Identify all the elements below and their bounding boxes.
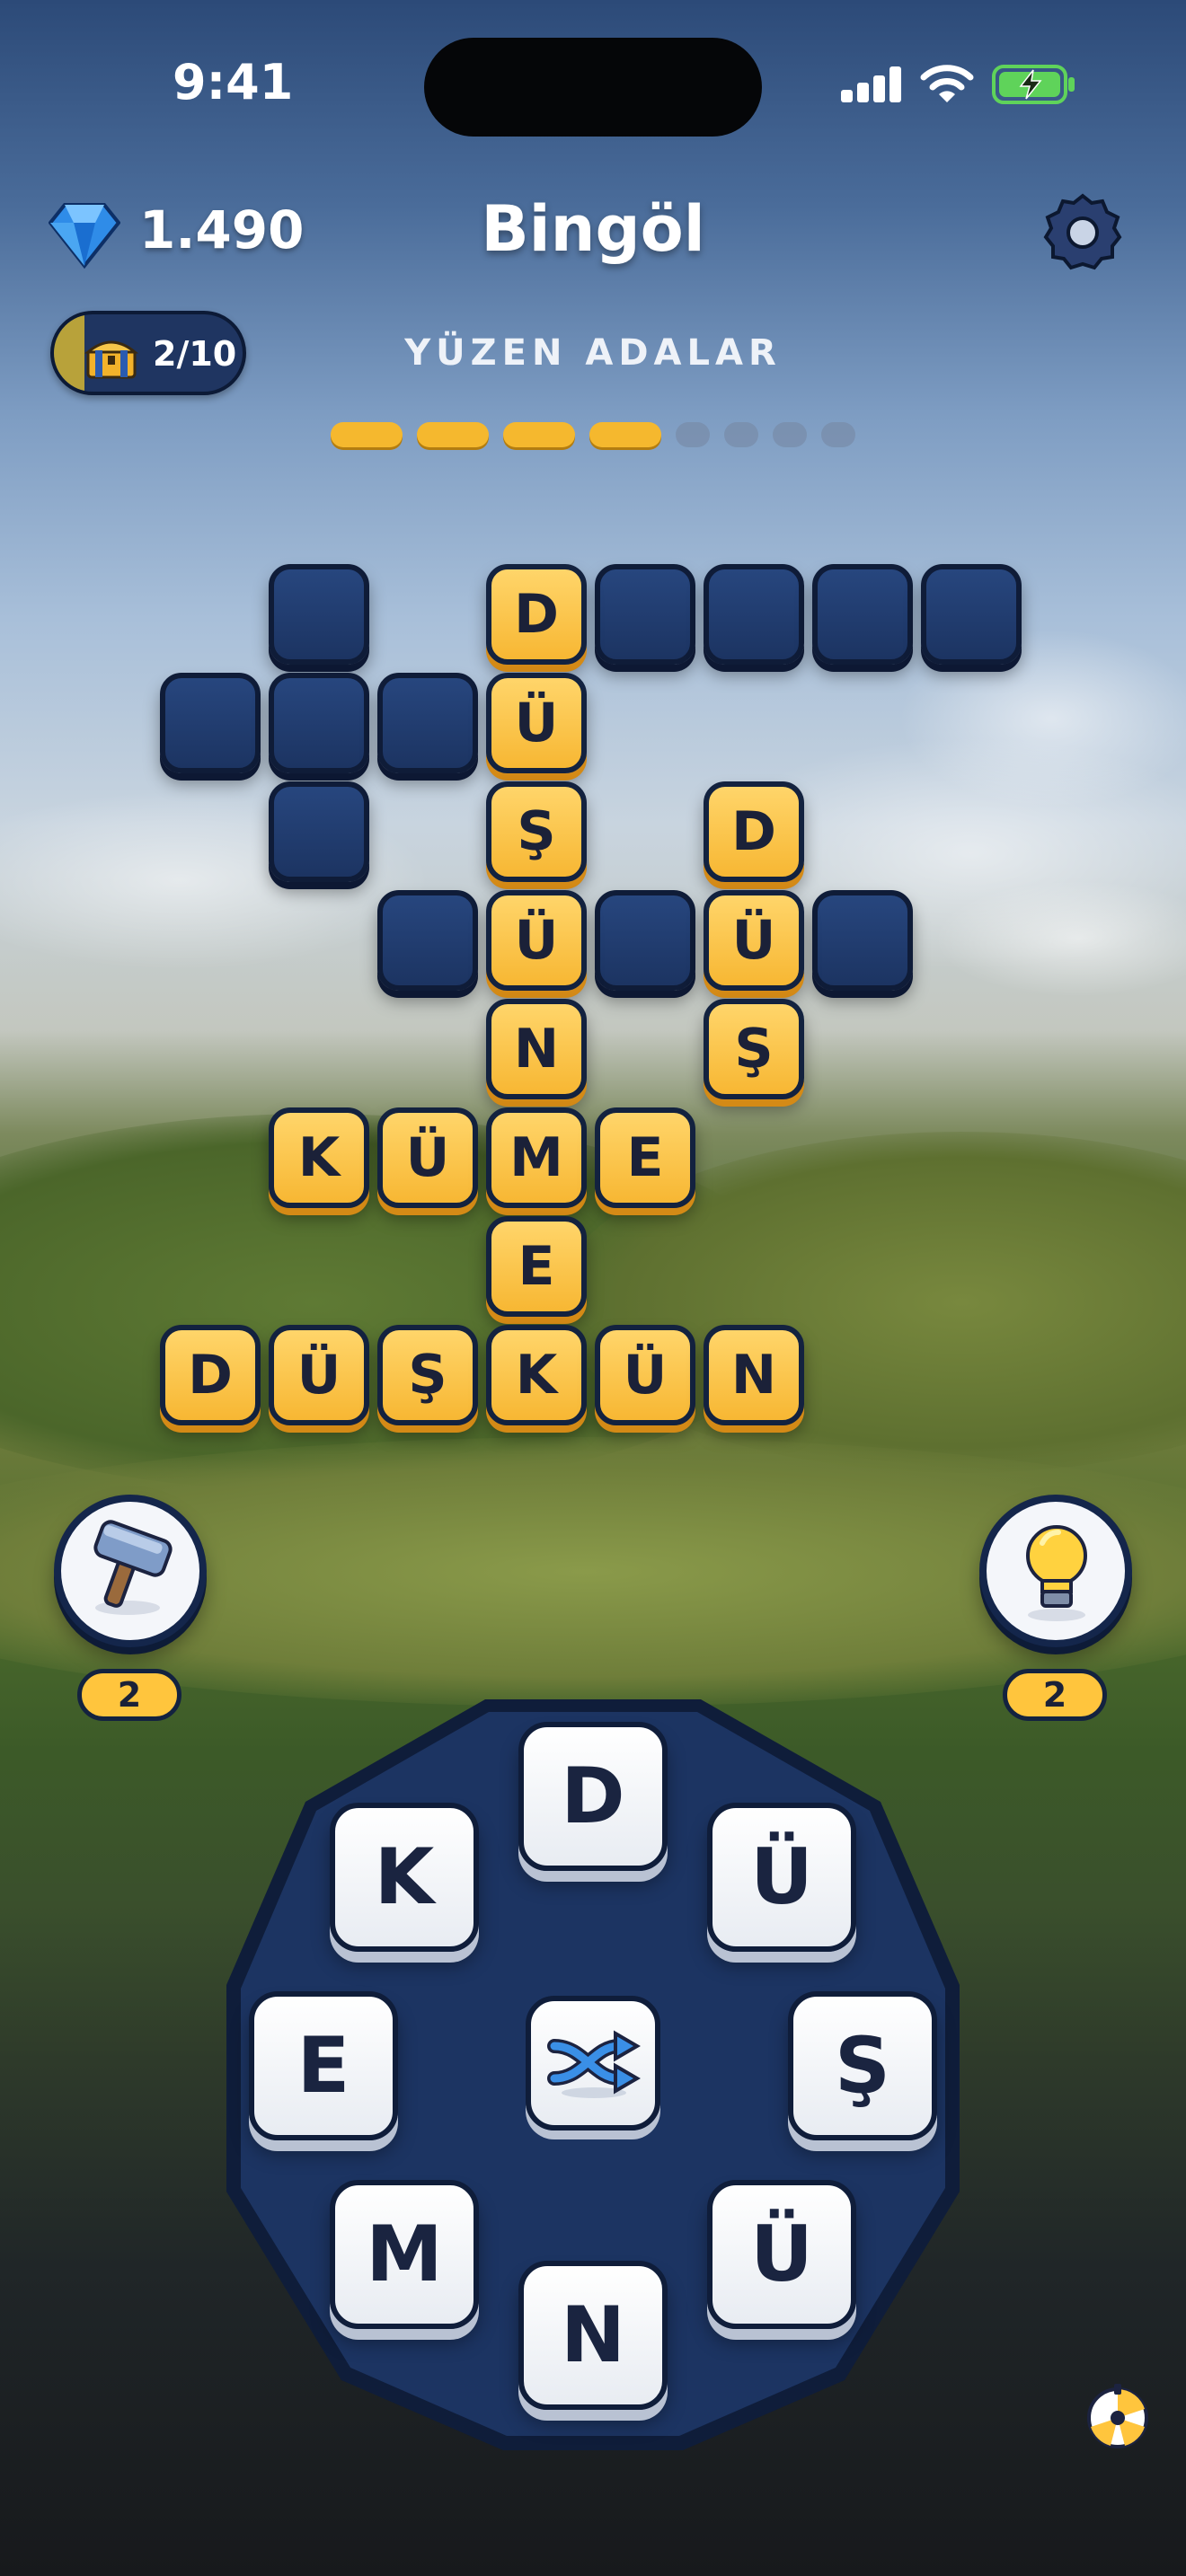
progress-segment-pending — [676, 422, 710, 447]
status-time: 9:41 — [173, 54, 294, 110]
shuffle-icon — [547, 2030, 641, 2098]
grid-tile-empty — [812, 564, 913, 665]
letter-key[interactable]: K — [330, 1803, 479, 1952]
grid-tile-letter: K — [486, 1325, 587, 1425]
status-bar: 9:41 — [0, 0, 1186, 171]
grid-tile-letter: D — [486, 564, 587, 665]
level-progress-bar — [0, 422, 1186, 449]
grid-tile-letter: Ü — [269, 1325, 369, 1425]
grid-tile-letter: Ü — [595, 1325, 695, 1425]
letter-key[interactable]: M — [330, 2180, 479, 2329]
grid-tile-empty — [595, 890, 695, 991]
grid-tile-letter: Ü — [704, 890, 804, 991]
level-name: YÜZEN ADALAR — [404, 332, 782, 374]
shuffle-button[interactable] — [526, 1996, 660, 2130]
battery-charging-icon — [992, 65, 1075, 104]
grid-tile-empty — [377, 890, 478, 991]
letter-key[interactable]: D — [518, 1722, 668, 1871]
letter-key[interactable]: Ü — [707, 2180, 856, 2329]
letter-key[interactable]: Ş — [788, 1991, 937, 2140]
hammer-button[interactable] — [54, 1495, 207, 1647]
progress-segment-done — [503, 422, 575, 447]
letter-key[interactable]: Ü — [707, 1803, 856, 1952]
wifi-icon — [920, 65, 974, 102]
letter-key[interactable]: N — [518, 2261, 668, 2410]
grid-tile-letter: Ü — [486, 673, 587, 773]
grid-tile-letter: Ş — [486, 781, 587, 882]
hint-count-badge: 2 — [1003, 1669, 1107, 1721]
grid-tile-letter: M — [486, 1107, 587, 1208]
letter-wheel[interactable]: DÜŞÜNMEK — [216, 1689, 970, 2461]
lightbulb-icon — [1026, 1525, 1087, 1621]
progress-segment-done — [589, 422, 661, 447]
grid-tile-letter: D — [160, 1325, 261, 1425]
signal-icon — [841, 66, 901, 102]
hammer-icon — [93, 1520, 173, 1615]
grid-tile-letter: D — [704, 781, 804, 882]
grid-tile-letter: Ü — [377, 1107, 478, 1208]
grid-tile-letter: N — [486, 999, 587, 1099]
progress-segment-pending — [821, 422, 855, 447]
progress-segment-pending — [773, 422, 807, 447]
gear-icon[interactable] — [1042, 192, 1123, 273]
grid-tile-empty — [269, 781, 369, 882]
grid-tile-empty — [595, 564, 695, 665]
progress-segment-done — [417, 422, 489, 447]
grid-tile-letter: E — [486, 1216, 587, 1317]
grid-tile-empty — [269, 564, 369, 665]
grid-tile-letter: E — [595, 1107, 695, 1208]
letter-key[interactable]: E — [249, 1991, 398, 2140]
grid-tile-letter: N — [704, 1325, 804, 1425]
lucky-wheel-icon[interactable] — [1084, 2382, 1152, 2450]
hammer-count-badge: 2 — [77, 1669, 181, 1721]
grid-tile-letter: K — [269, 1107, 369, 1208]
grid-tile-letter: Ü — [486, 890, 587, 991]
grid-tile-empty — [812, 890, 913, 991]
hint-button[interactable] — [979, 1495, 1132, 1647]
page-title: Bingöl — [481, 192, 705, 266]
grid-tile-letter: Ş — [704, 999, 804, 1099]
grid-tile-empty — [269, 673, 369, 773]
grid-tile-letter: Ş — [377, 1325, 478, 1425]
grid-tile-empty — [377, 673, 478, 773]
progress-segment-done — [331, 422, 403, 447]
grid-tile-empty — [704, 564, 804, 665]
grid-tile-empty — [921, 564, 1022, 665]
grid-tile-empty — [160, 673, 261, 773]
progress-segment-pending — [724, 422, 758, 447]
dynamic-island — [424, 38, 762, 137]
